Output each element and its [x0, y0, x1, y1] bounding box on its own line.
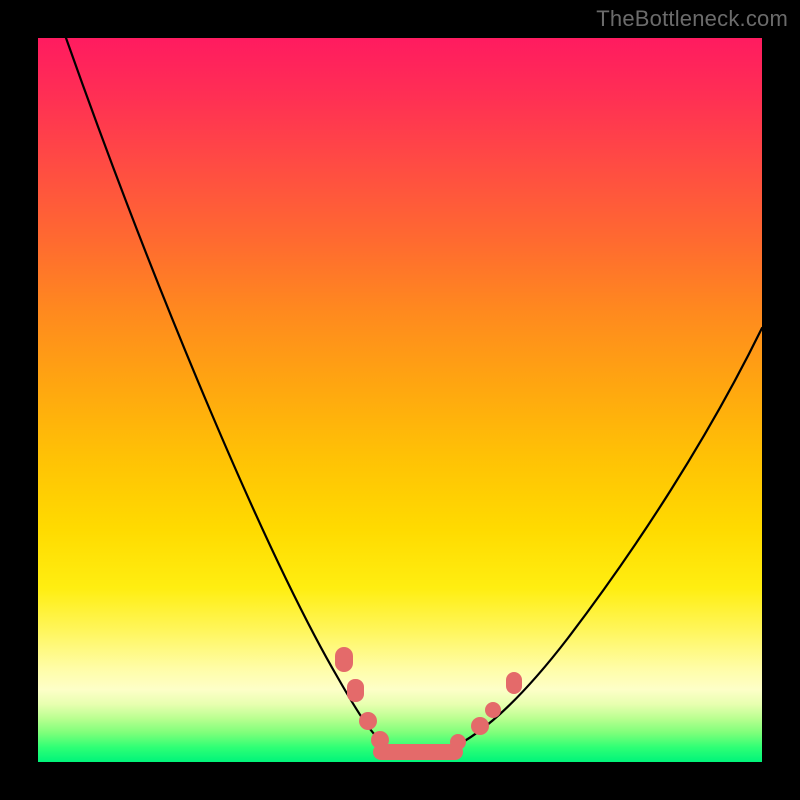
curve-left-branch — [66, 38, 393, 752]
curve-right-branch — [443, 328, 762, 752]
chart-overlay — [38, 38, 762, 762]
marker-dot — [371, 731, 389, 749]
flat-bottom-capsule — [373, 744, 463, 760]
chart-frame: TheBottleneck.com — [0, 0, 800, 800]
marker-dot — [359, 712, 377, 730]
marker-dot — [485, 702, 501, 718]
marker-dot — [506, 672, 522, 694]
marker-dot — [471, 717, 489, 735]
watermark-text: TheBottleneck.com — [596, 6, 788, 32]
marker-dot — [450, 734, 466, 750]
marker-dot — [347, 679, 364, 702]
marker-dot — [335, 647, 353, 672]
plot-area — [38, 38, 762, 762]
